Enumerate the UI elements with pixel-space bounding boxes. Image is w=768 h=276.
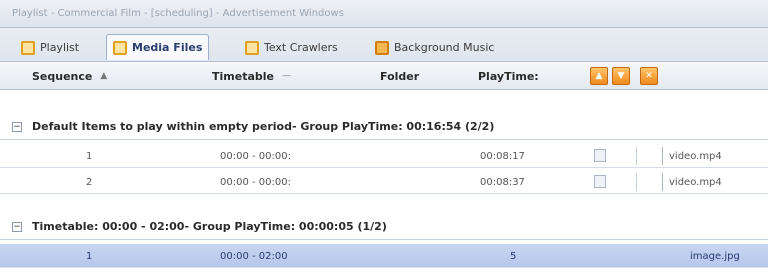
group-header-default[interactable]: − Default Items to play within empty per…	[0, 114, 768, 140]
column-divider	[636, 147, 637, 165]
column-sequence[interactable]: Sequence ▲	[32, 62, 107, 90]
column-header-bar: Sequence ▲ Timetable — Folder PlayTime: …	[0, 62, 768, 90]
playlist-icon	[21, 40, 35, 55]
column-playtime[interactable]: PlayTime:	[478, 62, 539, 90]
move-up-button[interactable]: ▲	[590, 67, 608, 85]
tab-label: Playlist	[40, 41, 80, 54]
media-files-icon	[113, 40, 127, 55]
column-folder[interactable]: Folder	[380, 62, 419, 90]
timetable-cell: 00:00 - 00:00:	[220, 150, 291, 162]
table-row[interactable]: 1 00:00 - 00:00: 00:08:17 video.mp4	[0, 144, 768, 168]
group-header-timetable[interactable]: − Timetable: 00:00 - 02:00- Group PlayTi…	[0, 214, 768, 240]
collapse-icon[interactable]: −	[12, 121, 22, 132]
tab-strip: Playlist Media Files Text Crawlers Backg…	[0, 28, 768, 62]
row-checkbox[interactable]	[594, 175, 606, 188]
table-row-selected[interactable]: 1 00:00 - 02:00 5 image.jpg	[0, 244, 768, 268]
tab-playlist[interactable]: Playlist	[14, 34, 86, 60]
column-label: Folder	[380, 69, 420, 83]
tab-label: Text Crawlers	[264, 41, 338, 54]
background-music-icon	[375, 40, 389, 55]
column-label: PlayTime:	[478, 69, 539, 83]
tab-media-files[interactable]: Media Files	[106, 34, 210, 60]
tab-background-music[interactable]: Background Music	[368, 34, 501, 60]
move-down-button[interactable]: ▼	[612, 67, 630, 85]
playtime-cell: 5	[510, 250, 517, 262]
playtime-cell: 00:08:37	[480, 176, 525, 188]
column-divider	[636, 173, 637, 191]
column-label: Timetable	[212, 69, 274, 83]
file-cell: video.mp4	[662, 147, 722, 165]
arrow-down-icon: ▼	[617, 71, 625, 81]
tab-label: Background Music	[394, 41, 495, 54]
playtime-cell: 00:08:17	[480, 150, 525, 162]
delete-button[interactable]: ✕	[640, 67, 658, 85]
file-cell: image.jpg	[690, 250, 740, 262]
text-crawlers-icon	[245, 40, 259, 55]
tab-text-crawlers[interactable]: Text Crawlers	[238, 34, 345, 60]
file-cell: video.mp4	[662, 173, 722, 191]
timetable-cell: 00:00 - 00:00:	[220, 176, 291, 188]
sort-up-icon: ▲	[100, 71, 108, 81]
arrow-up-icon: ▲	[595, 71, 603, 81]
group-title: Timetable: 00:00 - 02:00- Group PlayTime…	[32, 220, 387, 233]
collapse-icon[interactable]: −	[12, 221, 22, 232]
sequence-cell: 1	[86, 150, 93, 162]
sequence-cell: 1	[86, 250, 93, 262]
delete-icon: ✕	[645, 71, 653, 81]
row-checkbox[interactable]	[594, 149, 606, 162]
timetable-cell: 00:00 - 02:00	[220, 250, 288, 262]
sequence-cell: 2	[86, 176, 93, 188]
sort-dash-icon: —	[281, 71, 291, 81]
column-label: Sequence	[32, 69, 93, 83]
table-row[interactable]: 2 00:00 - 00:00: 00:08:37 video.mp4	[0, 170, 768, 194]
window-title-bar: Playlist - Commercial Film - [scheduling…	[0, 0, 768, 28]
window-title: Playlist - Commercial Film - [scheduling…	[12, 8, 344, 19]
tab-label: Media Files	[132, 41, 203, 54]
group-title: Default Items to play within empty perio…	[32, 120, 495, 133]
column-timetable[interactable]: Timetable —	[212, 62, 291, 90]
